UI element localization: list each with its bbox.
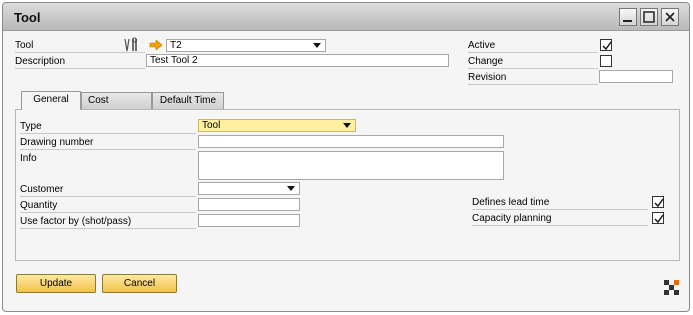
defines-lead-time-checkbox[interactable] (652, 196, 664, 208)
row-divider (20, 196, 196, 197)
link-arrow-icon[interactable] (149, 40, 163, 50)
row-divider (468, 84, 598, 85)
dropdown-arrow-icon (313, 43, 321, 48)
description-value: Test Tool 2 (150, 55, 198, 66)
tab-general-label: General (33, 94, 69, 105)
check-icon (654, 198, 664, 208)
cancel-button-label: Cancel (123, 278, 156, 289)
capacity-planning-checkbox[interactable] (652, 212, 664, 224)
row-divider (472, 209, 648, 210)
type-dropdown[interactable]: Tool (198, 119, 356, 132)
cancel-button[interactable]: Cancel (102, 274, 177, 293)
tab-general[interactable]: General (21, 91, 81, 110)
row-divider (472, 225, 648, 226)
active-checkbox[interactable] (600, 39, 612, 51)
row-divider (20, 228, 196, 229)
description-label: Description (15, 56, 66, 67)
close-button[interactable] (661, 8, 679, 26)
maximize-icon (643, 11, 655, 23)
revision-label: Revision (468, 72, 507, 83)
use-factor-input[interactable] (198, 214, 300, 227)
capacity-planning-label: Capacity planning (472, 213, 552, 224)
info-label: Info (20, 153, 37, 164)
tool-window: Tool Tool T2 Description Test Tool 2 Act… (2, 2, 690, 312)
tab-cost[interactable]: Cost (81, 92, 152, 109)
dropdown-arrow-icon (343, 123, 351, 128)
minimize-button[interactable] (619, 8, 637, 26)
info-textarea[interactable] (198, 151, 504, 180)
customer-label: Customer (20, 184, 64, 195)
drawing-number-input[interactable] (198, 135, 504, 148)
update-button-label: Update (39, 278, 73, 289)
minimize-icon (623, 20, 632, 22)
row-divider (20, 133, 196, 134)
title-bar[interactable]: Tool (3, 3, 689, 31)
close-icon (665, 12, 675, 22)
use-factor-label: Use factor by (shot/pass) (20, 216, 132, 227)
window-title: Tool (14, 10, 41, 25)
type-label: Type (20, 121, 42, 132)
change-label: Change (468, 56, 504, 67)
tools-icon (124, 37, 137, 52)
tab-default-time[interactable]: Default Time (152, 92, 224, 109)
type-value: Tool (202, 120, 221, 131)
customer-dropdown[interactable] (198, 182, 300, 195)
tool-code-dropdown[interactable]: T2 (166, 39, 326, 52)
tab-default-time-label: Default Time (159, 95, 217, 106)
row-divider (468, 52, 598, 53)
check-icon (654, 214, 664, 224)
update-button[interactable]: Update (16, 274, 96, 293)
revision-input[interactable] (599, 70, 673, 83)
maximize-button[interactable] (640, 8, 658, 26)
description-input[interactable]: Test Tool 2 (146, 54, 449, 67)
layout-corner-icon[interactable] (664, 280, 680, 296)
row-divider (468, 68, 598, 69)
tab-cost-label: Cost (88, 95, 109, 106)
tool-label: Tool (15, 40, 34, 51)
row-divider (20, 212, 196, 213)
quantity-input[interactable] (198, 198, 300, 211)
quantity-label: Quantity (20, 200, 58, 211)
row-divider (20, 149, 196, 150)
check-icon (602, 41, 612, 51)
drawing-number-label: Drawing number (20, 137, 94, 148)
tool-code-value: T2 (170, 40, 182, 51)
active-label: Active (468, 40, 496, 51)
dropdown-arrow-icon (287, 186, 295, 191)
change-checkbox[interactable] (600, 55, 612, 67)
defines-lead-time-label: Defines lead time (472, 197, 550, 208)
row-divider (15, 68, 145, 69)
